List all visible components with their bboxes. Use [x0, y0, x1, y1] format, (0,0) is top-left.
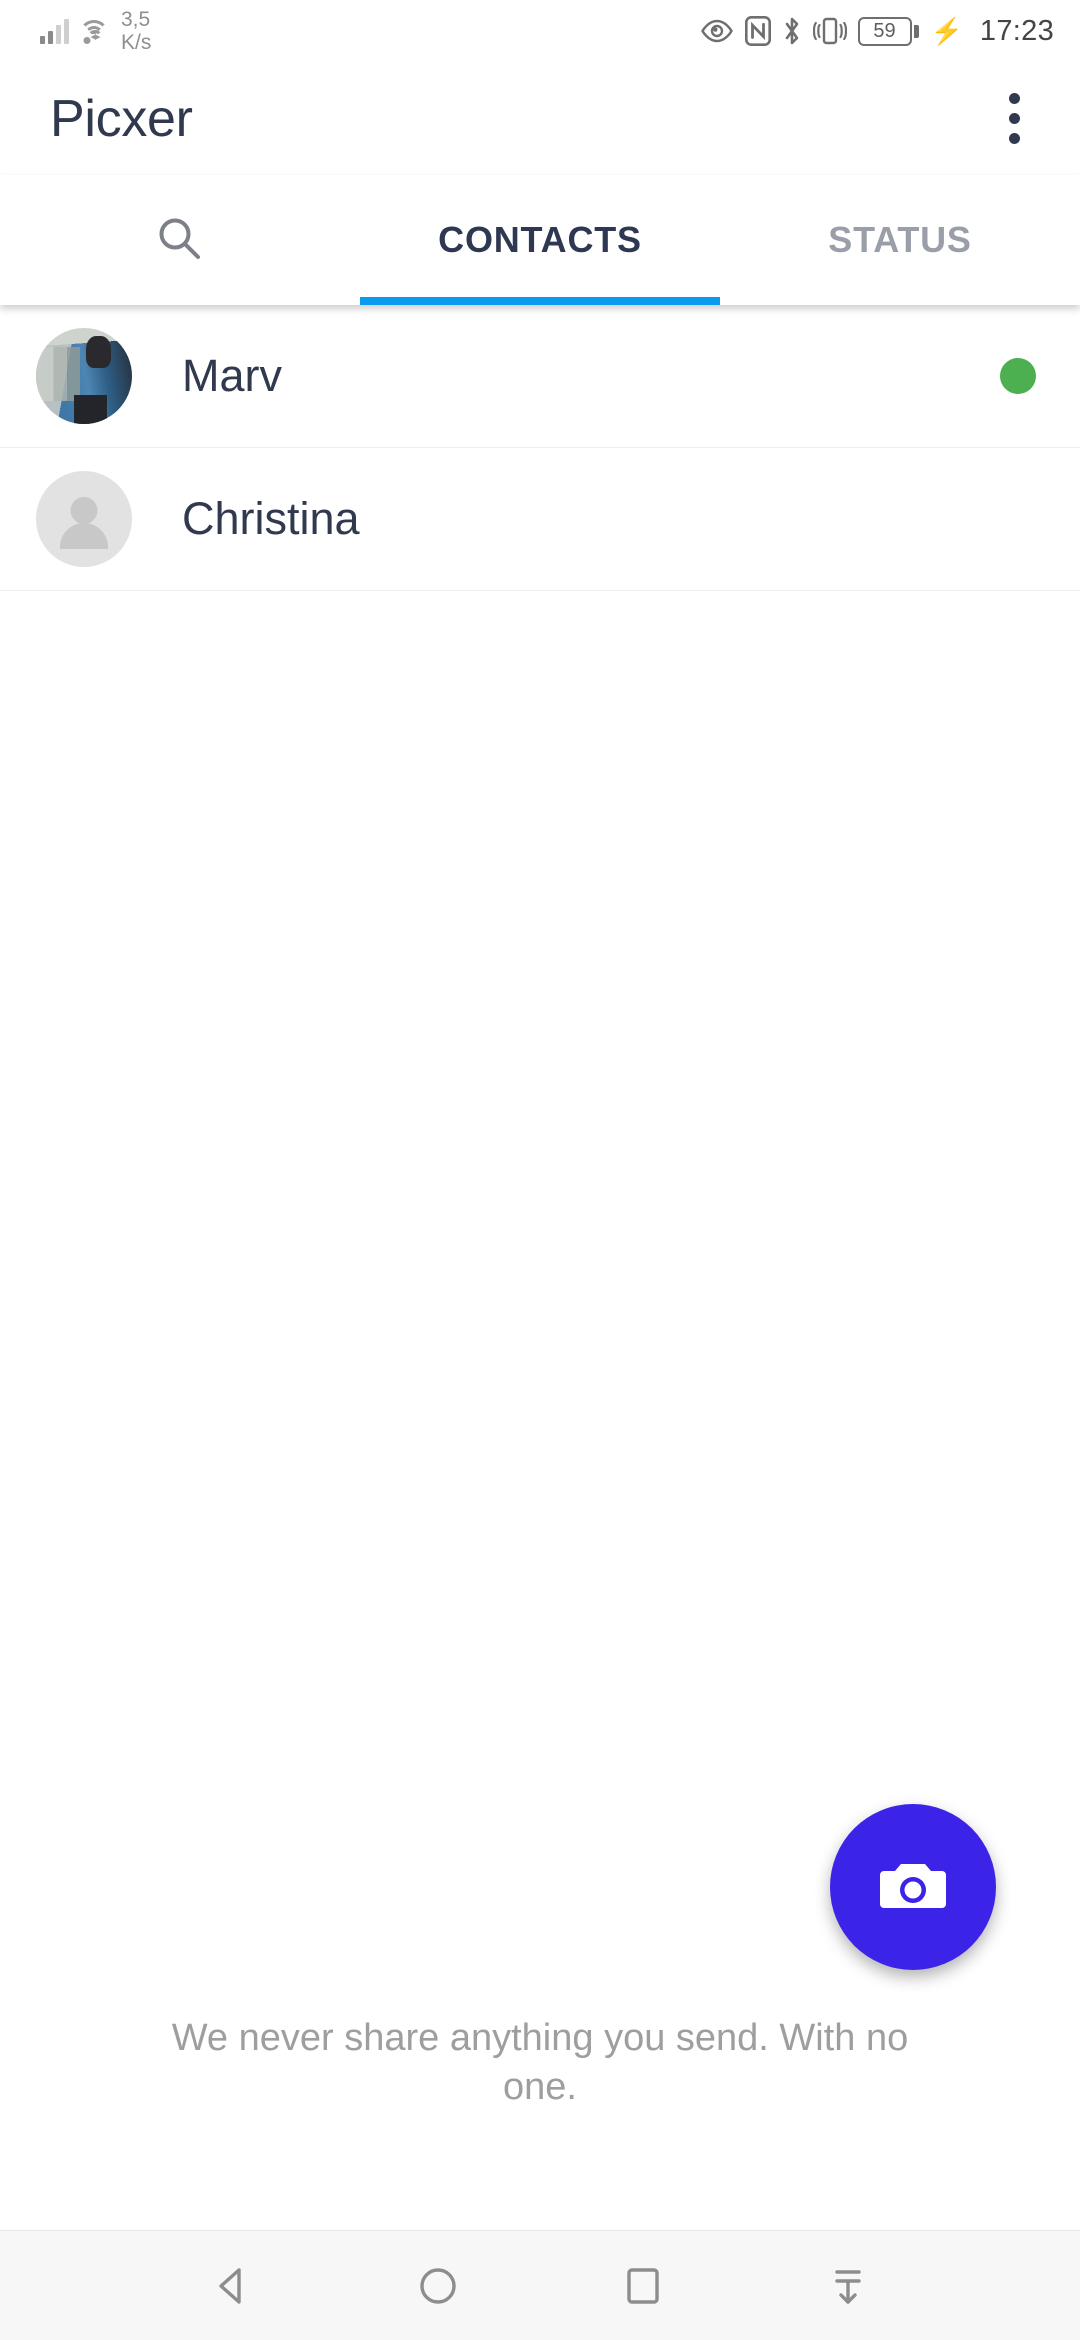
status-bar: ◂▸ 3,5 K/s 59 ⚡ 17:23 [0, 0, 1080, 62]
overflow-dot-icon [1009, 133, 1020, 144]
tab-search[interactable] [0, 175, 360, 305]
wifi-icon: ◂▸ [78, 18, 110, 44]
avatar-placeholder-icon [36, 471, 132, 567]
table-row[interactable]: Christina [0, 448, 1080, 591]
wifi-transfer-arrows-icon: ◂▸ [87, 30, 103, 45]
vibrate-icon [812, 16, 847, 46]
tab-status[interactable]: STATUS [720, 175, 1080, 305]
battery-indicator: 59 [857, 16, 919, 46]
cellular-signal-icon [40, 18, 69, 44]
charging-bolt-icon: ⚡ [930, 16, 963, 46]
back-triangle-icon[interactable] [178, 2231, 288, 2340]
status-bar-left: ◂▸ 3,5 K/s [40, 8, 151, 54]
phone-screen: ◂▸ 3,5 K/s 59 ⚡ 17:23 Picxer CONTACTS ST… [0, 0, 1080, 2340]
tab-indicator [360, 297, 720, 305]
bluetooth-icon [782, 16, 802, 46]
camera-icon [874, 1848, 952, 1926]
network-speed-value: 3,5 [121, 8, 151, 31]
table-row[interactable]: Marv [0, 305, 1080, 448]
avatar [36, 328, 132, 424]
contacts-list: Marv Christina We never share anything y… [0, 305, 1080, 2230]
contact-name: Marv [182, 350, 282, 401]
network-speed-unit: K/s [121, 31, 152, 54]
overflow-dot-icon [1009, 93, 1020, 104]
pull-down-notifications-icon[interactable] [793, 2231, 903, 2340]
status-badge [1000, 358, 1036, 394]
battery-cap-icon [913, 24, 919, 38]
battery-level: 59 [857, 16, 912, 46]
app-bar: Picxer [0, 62, 1080, 175]
contact-name: Christina [182, 493, 360, 544]
network-speed: 3,5 K/s [121, 8, 151, 54]
system-navigation-bar [0, 2230, 1080, 2340]
clock: 17:23 [979, 14, 1054, 47]
recents-square-icon[interactable] [588, 2231, 698, 2340]
tab-contacts-label: CONTACTS [438, 219, 642, 260]
home-circle-icon[interactable] [383, 2231, 493, 2340]
status-bar-right: 59 ⚡ 17:23 [700, 15, 1054, 48]
camera-fab-button[interactable] [830, 1804, 996, 1970]
privacy-note: We never share anything you send. With n… [171, 2017, 909, 2108]
tab-bar: CONTACTS STATUS [0, 175, 1080, 305]
overflow-menu-button[interactable] [993, 79, 1036, 158]
search-icon [152, 212, 208, 268]
page-title: Picxer [50, 89, 193, 148]
tab-status-label: STATUS [828, 219, 972, 260]
list-empty-space [0, 591, 1080, 2230]
nfc-icon [744, 16, 771, 46]
overflow-dot-icon [1009, 113, 1020, 124]
eye-comfort-icon [700, 19, 734, 43]
tab-contacts[interactable]: CONTACTS [360, 175, 720, 305]
